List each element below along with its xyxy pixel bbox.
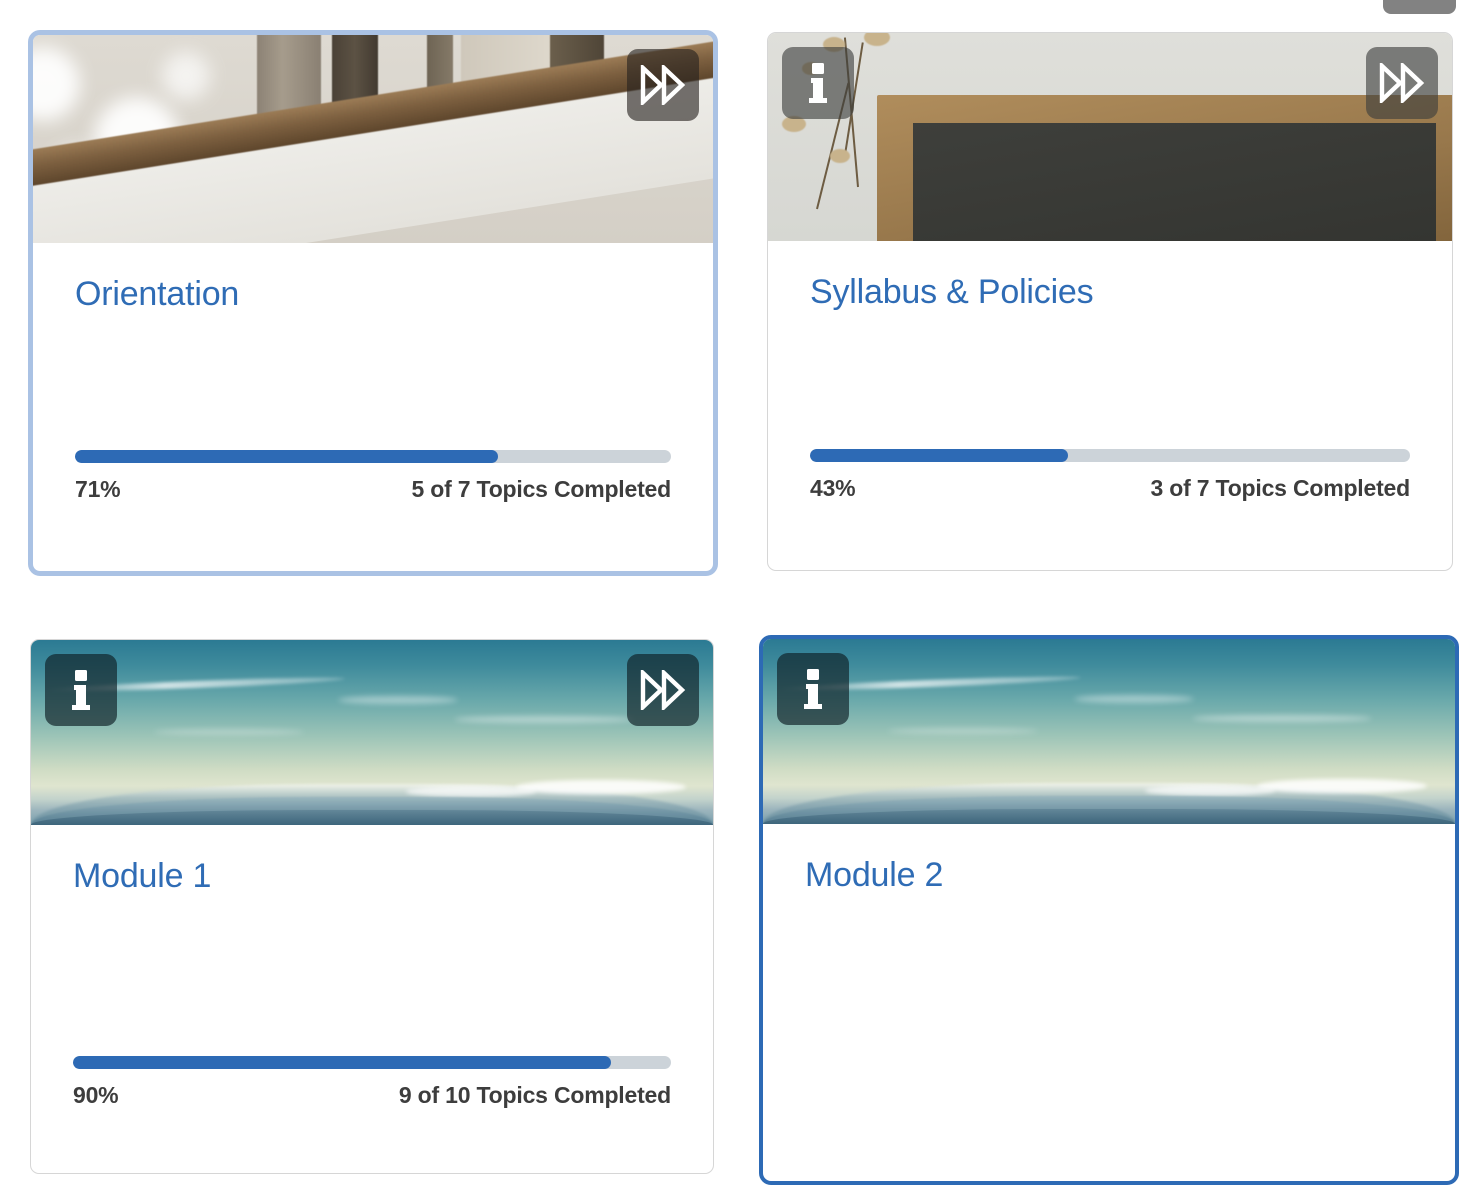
progress-percent: 90%	[73, 1082, 119, 1108]
fast-forward-icon	[1379, 63, 1425, 103]
card-image-orientation	[33, 35, 713, 243]
hero-image-chalkboard	[768, 33, 1452, 241]
card-title: Module 1	[73, 857, 212, 895]
dried-flower	[863, 33, 890, 46]
cloud-wisp	[1192, 714, 1373, 722]
fast-forward-icon-button[interactable]	[627, 654, 699, 726]
progress-fill	[73, 1056, 612, 1069]
progress-meta: 71% 5 of 7 Topics Completed	[75, 476, 671, 503]
snow-cap	[1257, 778, 1428, 793]
module-card-syllabus-policies[interactable]: Syllabus & Policies 43% 3 of 7 Topics Co…	[767, 32, 1453, 571]
hero-image-mountains	[31, 640, 713, 825]
progress-section: 43% 3 of 7 Topics Completed	[810, 449, 1410, 502]
dried-flower	[829, 149, 850, 164]
progress-percent: 71%	[75, 476, 121, 502]
info-icon	[809, 63, 827, 103]
cloud-wisp	[337, 695, 458, 704]
fast-forward-icon	[640, 670, 686, 710]
progress-percent: 43%	[810, 475, 856, 501]
card-title: Syllabus & Policies	[810, 273, 1094, 311]
cloud-wisp	[453, 715, 634, 723]
course-modules-page: Orientation 71% 5 of 7 Topics Completed	[0, 0, 1476, 1204]
cloud-wisp	[887, 727, 1038, 734]
card-image-syllabus-policies	[768, 33, 1452, 241]
module-card-module-1[interactable]: Module 1 90% 9 of 10 Topics Completed	[30, 639, 714, 1174]
progress-section: 71% 5 of 7 Topics Completed	[75, 450, 671, 503]
hero-image-mountains	[763, 639, 1455, 824]
card-image-module-1	[31, 640, 713, 825]
bokeh-highlight	[33, 47, 80, 122]
progress-topics: 3 of 7 Topics Completed	[1150, 475, 1410, 501]
snow-cap	[515, 779, 686, 794]
card-body-orientation: Orientation 71% 5 of 7 Topics Completed	[33, 243, 713, 571]
cloud-wisp	[153, 728, 304, 735]
progress-track	[73, 1056, 671, 1069]
card-body-syllabus-policies: Syllabus & Policies 43% 3 of 7 Topics Co…	[768, 241, 1452, 570]
progress-fill	[810, 449, 1068, 462]
module-card-module-2[interactable]: Module 2	[759, 635, 1459, 1185]
hero-image-wood	[33, 35, 713, 243]
fast-forward-icon-button[interactable]	[627, 49, 699, 121]
info-icon-button[interactable]	[45, 654, 117, 726]
progress-meta: 90% 9 of 10 Topics Completed	[73, 1082, 671, 1109]
progress-meta: 43% 3 of 7 Topics Completed	[810, 475, 1410, 502]
info-icon-button[interactable]	[782, 47, 854, 119]
module-card-grid: Orientation 71% 5 of 7 Topics Completed	[0, 0, 1476, 1204]
chalkboard-surface	[912, 122, 1437, 241]
progress-topics: 9 of 10 Topics Completed	[398, 1082, 671, 1108]
card-body-module-2: Module 2	[763, 824, 1455, 1181]
fast-forward-icon-button[interactable]	[1366, 47, 1438, 119]
cloud-wisp	[1074, 694, 1195, 703]
info-icon-button[interactable]	[777, 653, 849, 725]
info-icon	[804, 669, 822, 709]
progress-topics: 5 of 7 Topics Completed	[411, 476, 671, 502]
progress-fill	[75, 450, 499, 463]
progress-track	[810, 449, 1410, 462]
card-title: Orientation	[75, 275, 240, 313]
wooden-frame	[877, 95, 1452, 241]
card-body-module-1: Module 1 90% 9 of 10 Topics Completed	[31, 825, 713, 1173]
module-card-orientation[interactable]: Orientation 71% 5 of 7 Topics Completed	[28, 30, 718, 576]
progress-section: 90% 9 of 10 Topics Completed	[73, 1056, 671, 1109]
card-title: Module 2	[805, 856, 944, 894]
bokeh-highlight	[162, 51, 211, 100]
progress-track	[75, 450, 671, 463]
fast-forward-icon	[640, 65, 686, 105]
info-icon	[72, 670, 90, 710]
card-image-module-2	[763, 639, 1455, 824]
